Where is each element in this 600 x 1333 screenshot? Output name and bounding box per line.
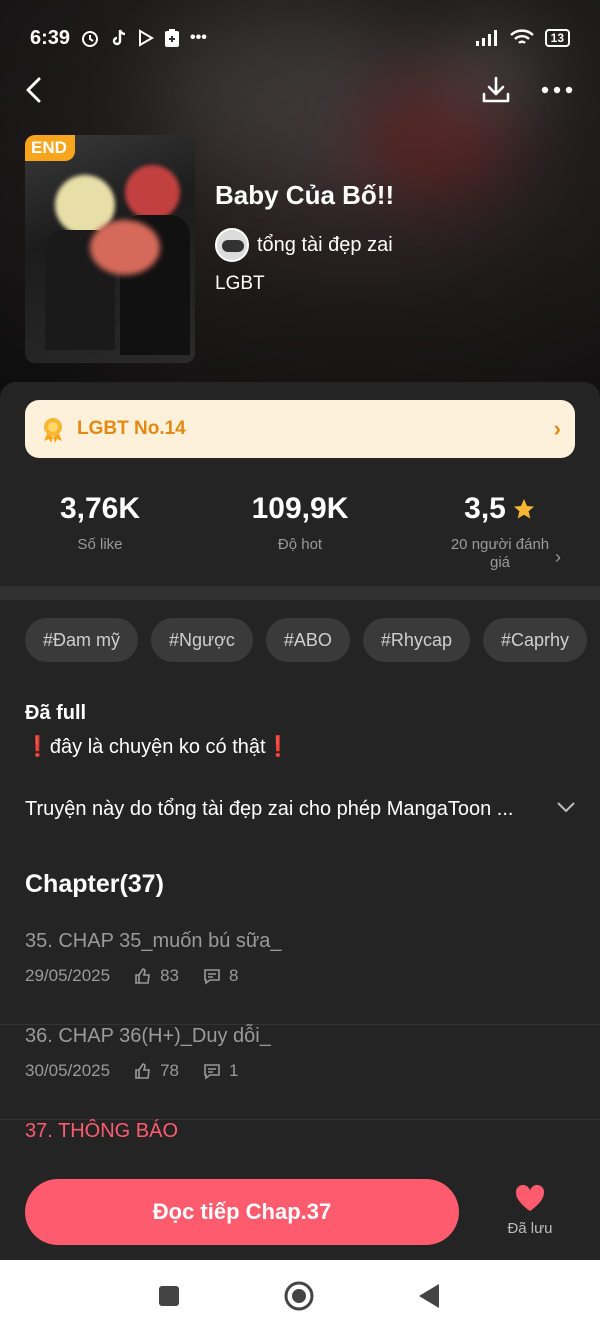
author-avatar [215, 228, 249, 262]
chapter-heading[interactable]: Chapter(37) [25, 870, 164, 899]
stat-rating[interactable]: 3,5 20 người đánh giá [400, 492, 600, 572]
chapter-date: 29/05/2025 [25, 966, 111, 985]
comment-icon [204, 969, 220, 985]
description-note: ❗đây là chuyện ko có thật❗ [25, 736, 291, 758]
ranking-label: LGBT No.14 [77, 418, 186, 439]
chapter-item[interactable]: 35. CHAP 35_muốn bú sữa_ 29/05/2025 83 8 [0, 930, 600, 1025]
star-icon [513, 499, 534, 519]
chevron-right-icon: › [555, 547, 561, 567]
chapter-title: 36. CHAP 36(H+)_Duy dỗi_ [25, 1025, 271, 1047]
chevron-left-icon [26, 77, 41, 103]
chapter-date: 30/05/2025 [25, 1061, 111, 1080]
wifi-icon [509, 29, 534, 44]
tag-item[interactable]: #Rhycap [362, 618, 470, 662]
thumbs-up-icon [135, 1063, 150, 1079]
chapter-title: 37. THÔNG BÁO [25, 1120, 179, 1142]
description-copyright: Truyện này do tổng tài đẹp zai cho phép … [25, 798, 514, 820]
signal-icon [475, 30, 497, 46]
continue-reading-button[interactable]: Đọc tiếp Chap.37 [25, 1179, 459, 1245]
top-navigation [0, 70, 600, 110]
back-nav-button[interactable] [413, 1280, 445, 1312]
chapter-item[interactable]: 36. CHAP 36(H+)_Duy dỗi_ 30/05/2025 78 1 [0, 1025, 600, 1120]
hot-count: 109,9K [251, 492, 349, 525]
back-button[interactable] [14, 70, 54, 110]
download-icon [482, 76, 510, 103]
tag-item[interactable]: #Ngược [151, 618, 253, 662]
stat-hot: 109,9K Độ hot [200, 492, 400, 572]
thumbs-up-icon [135, 968, 150, 984]
ranking-banner[interactable]: LGBT No.14 › [25, 400, 575, 458]
download-button[interactable] [476, 70, 516, 110]
system-navigation-bar [0, 1260, 600, 1333]
recent-apps-button[interactable] [153, 1280, 185, 1312]
stats-row: 3,76K Số like 109,9K Độ hot 3,5 20 người… [0, 492, 600, 572]
status-bar: 6:39 ••• 13 [30, 22, 570, 54]
hot-label: Độ hot [277, 536, 323, 553]
tag-item[interactable]: #Đam mỹ [25, 618, 139, 662]
chevron-right-icon: › [553, 416, 561, 441]
tag-item[interactable]: #Caprhy [482, 618, 588, 662]
book-cover[interactable]: END [25, 135, 195, 363]
heart-icon [515, 1184, 545, 1211]
section-divider [0, 586, 600, 600]
saved-button[interactable]: Đã lưu [495, 1184, 565, 1237]
saved-label: Đã lưu [507, 1220, 553, 1237]
status-notification-icons: ••• [80, 28, 207, 48]
square-icon [159, 1286, 179, 1306]
play-store-icon [139, 29, 155, 47]
likes-label: Số like [77, 536, 123, 553]
author-name: tổng tài đẹp zai [257, 233, 393, 256]
expand-description-button[interactable] [556, 800, 576, 819]
book-genre[interactable]: LGBT [215, 273, 265, 295]
bottom-action-bar: Đọc tiếp Chap.37 Đã lưu [0, 1162, 600, 1260]
chapter-likes: 78 [160, 1061, 180, 1080]
chapter-comments: 8 [229, 966, 239, 985]
chapter-comments: 1 [229, 1061, 239, 1080]
more-horizontal-icon [541, 86, 573, 94]
circle-icon [284, 1281, 314, 1311]
tag-item[interactable]: #ABO [265, 618, 350, 662]
likes-count: 3,76K [59, 492, 141, 525]
stat-likes: 3,76K Số like [0, 492, 200, 572]
end-badge: END [25, 135, 75, 161]
rating-label: 20 người đánh giá [450, 536, 550, 571]
tag-list: #Đam mỹ #Ngược #ABO #Rhycap #Caprhy [25, 618, 588, 662]
description-status: Đã full [25, 702, 87, 724]
more-options-button[interactable] [537, 70, 577, 110]
rating-value: 3,5 [464, 492, 506, 525]
home-button[interactable] [283, 1280, 315, 1312]
triangle-back-icon [419, 1284, 439, 1308]
more-notifications-icon: ••• [190, 29, 207, 46]
author-link[interactable]: tổng tài đẹp zai [215, 228, 393, 262]
status-time: 6:39 [30, 26, 71, 49]
battery-indicator: 13 [544, 29, 570, 47]
tiktok-icon [112, 29, 126, 46]
book-header: 6:39 ••• 13 END Baby Của Bố!! tổng tài đ… [0, 0, 600, 400]
clipboard-icon [165, 29, 180, 47]
comment-icon [204, 1064, 220, 1080]
alarm-icon [82, 31, 99, 47]
chapter-likes: 83 [160, 966, 180, 985]
chevron-down-icon [557, 802, 575, 813]
medal-icon [44, 418, 62, 443]
chapter-title: 35. CHAP 35_muốn bú sữa_ [25, 930, 282, 952]
book-title: Baby Của Bố!! [215, 180, 395, 210]
